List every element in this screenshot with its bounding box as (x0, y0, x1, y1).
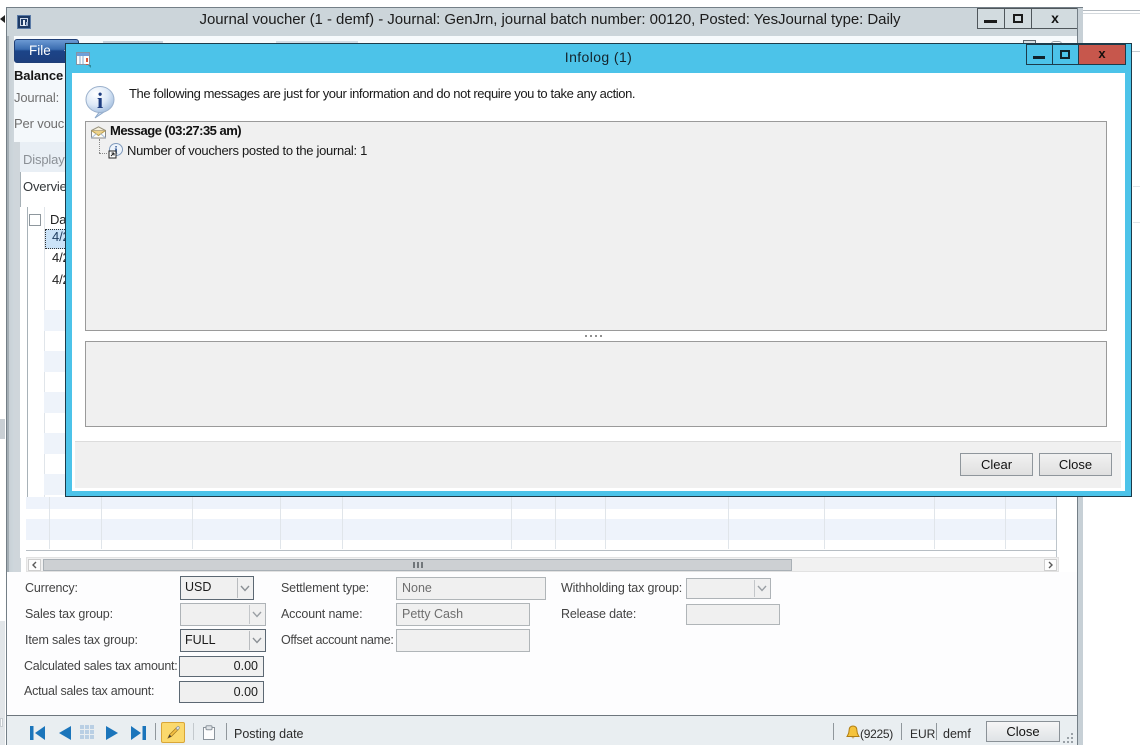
svg-text:i: i (97, 88, 103, 113)
